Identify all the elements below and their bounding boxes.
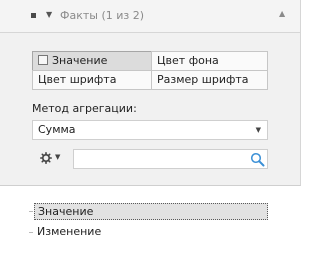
gear-icon[interactable]: [40, 152, 52, 164]
gear-dropdown-icon[interactable]: ▼: [55, 153, 60, 161]
caret-down-icon[interactable]: ▼: [46, 10, 52, 19]
font-color-button[interactable]: Цвет шрифта: [32, 70, 152, 90]
aggregation-select[interactable]: Сумма ▼: [32, 120, 268, 140]
aggregation-selected-value: Сумма: [38, 123, 76, 136]
value-toggle-button[interactable]: Значение: [32, 51, 152, 71]
panel-title: Факты (1 из 2): [60, 9, 145, 22]
tree-line: [29, 211, 33, 212]
checkbox-icon: [38, 55, 48, 65]
list-item[interactable]: Значение: [34, 203, 268, 220]
square-icon[interactable]: [31, 13, 36, 18]
tree-line: [29, 232, 33, 233]
search-icon[interactable]: [250, 152, 265, 167]
facts-panel-header[interactable]: ▼ Факты (1 из 2) ▲: [0, 0, 301, 33]
list-item[interactable]: Изменение: [34, 224, 268, 241]
collapse-icon[interactable]: ▲: [279, 9, 285, 18]
facts-settings-area: Значение Цвет фона Цвет шрифта Размер шр…: [0, 33, 301, 186]
search-input[interactable]: [73, 149, 268, 169]
value-toggle-label: Значение: [52, 54, 108, 67]
chevron-down-icon[interactable]: ▼: [256, 121, 261, 139]
aggregation-label: Метод агрегации:: [32, 102, 137, 115]
facts-list: Значение Изменение: [0, 186, 302, 253]
bg-color-button[interactable]: Цвет фона: [151, 51, 268, 71]
font-size-button[interactable]: Размер шрифта: [151, 70, 268, 90]
